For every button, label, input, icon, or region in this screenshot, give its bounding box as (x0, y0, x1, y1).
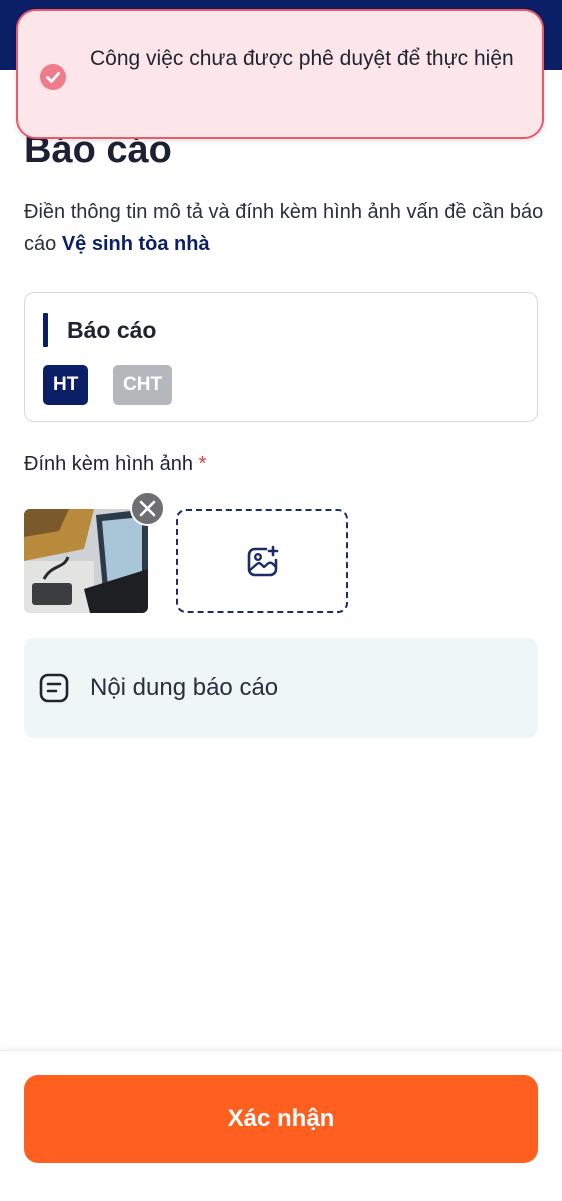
report-status-card: Báo cáo HT CHT (24, 292, 538, 422)
close-icon (139, 500, 156, 517)
document-icon (39, 673, 69, 703)
attachments-label: Đính kèm hình ảnh * (24, 450, 206, 478)
toast-notification: Công việc chưa được phê duyệt để thực hi… (16, 9, 544, 139)
attached-image-thumbnail[interactable] (24, 509, 148, 613)
report-content-field[interactable]: Nội dung báo cáo (24, 638, 538, 738)
attachments-label-text: Đính kèm hình ảnh (24, 453, 193, 475)
confirm-button[interactable]: Xác nhận (24, 1075, 538, 1163)
check-mark (46, 72, 60, 83)
add-image-icon (247, 545, 279, 577)
remove-image-button[interactable] (130, 491, 165, 526)
add-image-button[interactable] (176, 509, 348, 613)
status-option-cht[interactable]: CHT (113, 365, 173, 405)
toast-message: Công việc chưa được phê duyệt để thực hi… (90, 47, 514, 70)
card-accent-bar (43, 313, 48, 347)
required-mark: * (198, 453, 207, 475)
report-content-placeholder: Nội dung báo cáo (90, 674, 279, 701)
description-highlight: Vệ sinh tòa nhà (61, 233, 210, 255)
page-description: Điền thông tin mô tả và đính kèm hình ản… (24, 196, 544, 260)
check-circle-icon (40, 64, 66, 90)
attached-photo (24, 509, 148, 613)
card-title: Báo cáo (67, 317, 157, 343)
status-option-ht[interactable]: HT (43, 365, 89, 405)
